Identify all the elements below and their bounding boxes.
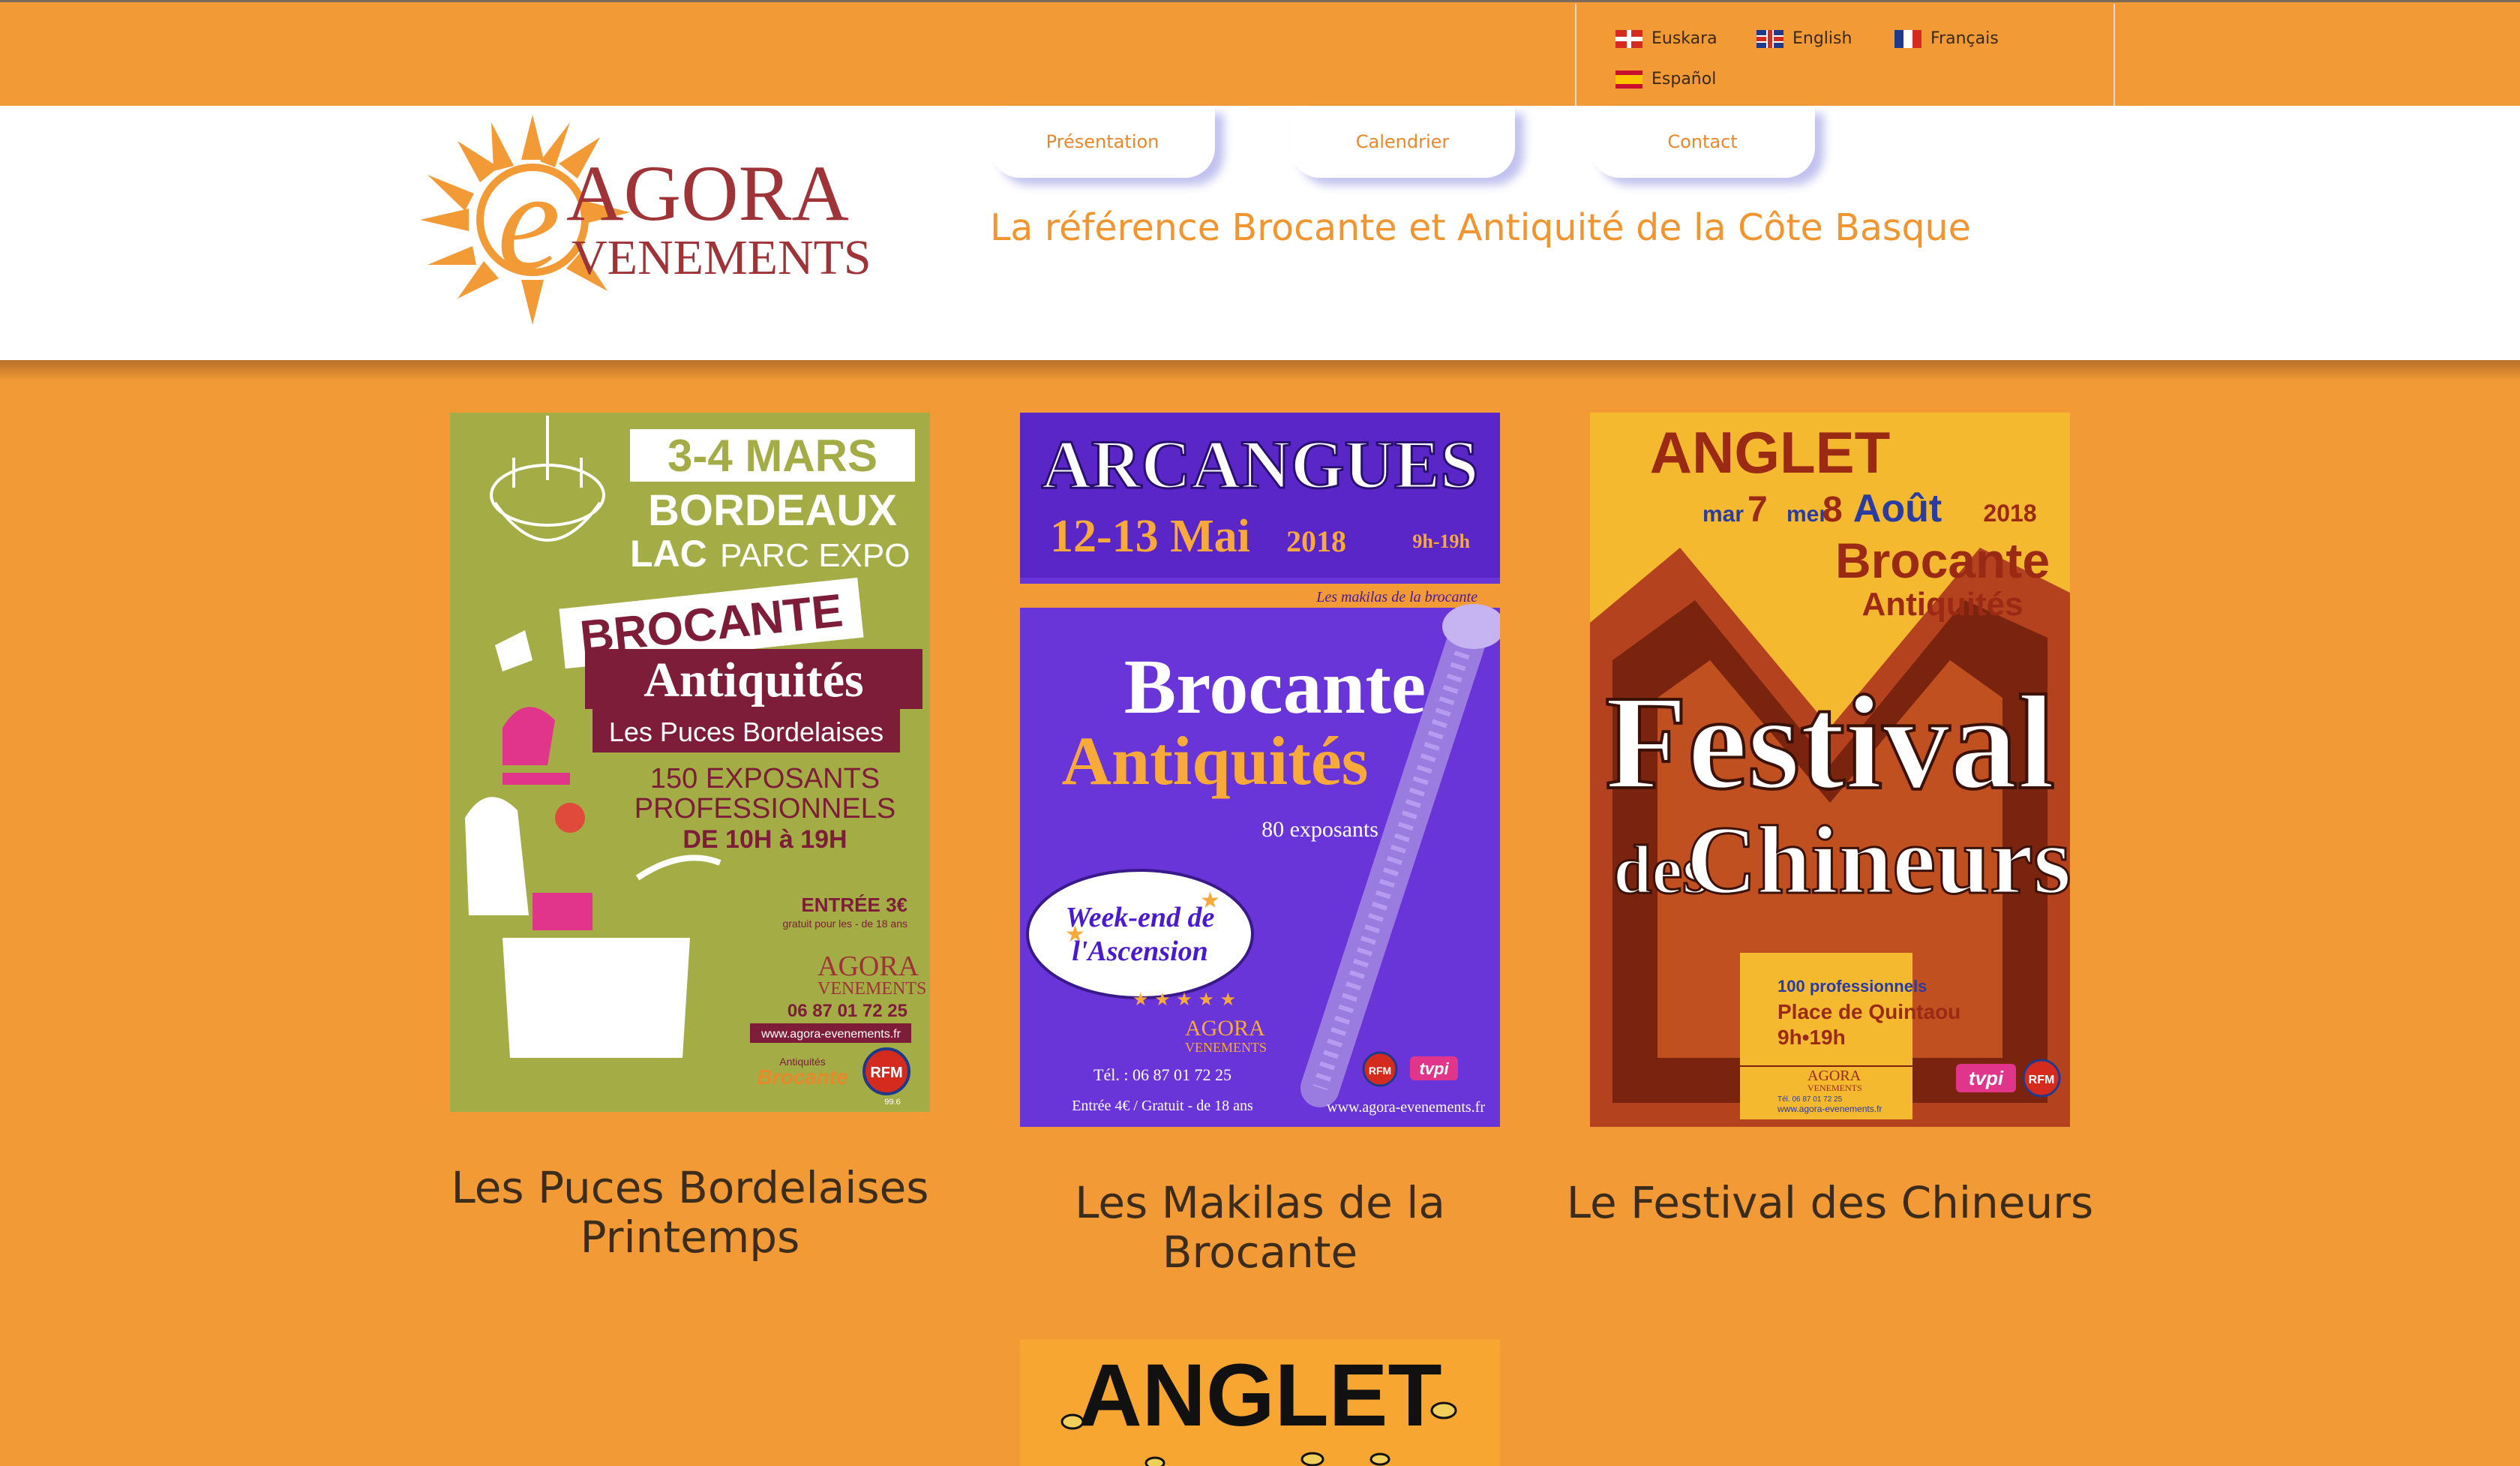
nav-label: Calendrier xyxy=(1355,131,1450,152)
svg-text:PARC EXPO: PARC EXPO xyxy=(720,537,910,574)
top-bar: Euskara English Français Español xyxy=(0,0,2520,107)
svg-text:Tél. 06 87 01 72 25: Tél. 06 87 01 72 25 xyxy=(1778,1095,1843,1104)
event-poster-festival[interactable]: ANGLET mar 7 mer 8 Août 2018 Brocante An… xyxy=(1590,413,2070,1127)
svg-text:2018: 2018 xyxy=(1286,524,1346,558)
svg-text:80 exposants: 80 exposants xyxy=(1262,817,1378,842)
svg-text:Les Puces Bordelaises: Les Puces Bordelaises xyxy=(609,716,884,747)
svg-text:VENEMENTS: VENEMENTS xyxy=(818,979,926,999)
svg-text:★ ★ ★ ★ ★: ★ ★ ★ ★ ★ xyxy=(1132,989,1236,1010)
svg-text:BORDEAUX: BORDEAUX xyxy=(648,486,897,535)
lang-label: Euskara xyxy=(1652,29,1718,48)
svg-text:Entrée 4€ / Gratuit - de 18 an: Entrée 4€ / Gratuit - de 18 ans xyxy=(1072,1098,1253,1114)
svg-text:VENEMENTS: VENEMENTS xyxy=(1185,1040,1267,1055)
lang-francais[interactable]: Français xyxy=(1894,29,1999,48)
svg-text:tvpi: tvpi xyxy=(1419,1059,1449,1078)
svg-text:★: ★ xyxy=(1065,921,1085,948)
lang-label: Français xyxy=(1930,29,1999,48)
svg-text:LAC: LAC xyxy=(630,533,707,575)
svg-text:9h•19h: 9h•19h xyxy=(1778,1026,1846,1049)
event-caption[interactable]: Les Makilas de la Brocante xyxy=(990,1178,1530,1277)
svg-text:RFM: RFM xyxy=(1369,1065,1391,1077)
svg-text:tvpi: tvpi xyxy=(1969,1067,2004,1089)
svg-text:3-4 MARS: 3-4 MARS xyxy=(668,431,878,481)
nav-tab-presentation[interactable]: Présentation xyxy=(990,106,1215,178)
lang-label: Español xyxy=(1652,70,1717,89)
svg-text:mar: mar xyxy=(1702,502,1744,527)
svg-text:www.agora-evenements.fr: www.agora-evenements.fr xyxy=(1327,1099,1485,1116)
svg-text:Week-end de: Week-end de xyxy=(1066,902,1215,933)
nav-tab-calendrier[interactable]: Calendrier xyxy=(1290,106,1515,178)
lang-label: English xyxy=(1792,29,1852,48)
uk-flag-icon xyxy=(1756,29,1784,48)
svg-text:RFM: RFM xyxy=(2029,1074,2055,1086)
language-switcher: Euskara English Français Español xyxy=(1575,4,2115,107)
svg-text:gratuit pour les - de 18 ans: gratuit pour les - de 18 ans xyxy=(782,918,908,930)
spain-flag-icon xyxy=(1616,70,1642,89)
svg-text:AGORA: AGORA xyxy=(1808,1068,1862,1084)
svg-text:99.6: 99.6 xyxy=(884,1098,900,1107)
svg-text:RFM: RFM xyxy=(870,1065,902,1081)
svg-text:9h-19h: 9h-19h xyxy=(1412,530,1470,552)
logo-line2: VENEMENTS xyxy=(572,230,872,285)
svg-text:Festival: Festival xyxy=(1605,668,2055,817)
event-caption[interactable]: Le Festival des Chineurs xyxy=(1560,1178,2100,1227)
svg-text:Antiquités: Antiquités xyxy=(1062,722,1369,799)
svg-text:Brocante: Brocante xyxy=(757,1065,848,1089)
svg-text:l'Ascension: l'Ascension xyxy=(1072,936,1208,967)
site-tagline: La référence Brocante et Antiquité de la… xyxy=(990,206,1971,249)
svg-text:Tél. : 06 87 01 72 25: Tél. : 06 87 01 72 25 xyxy=(1094,1065,1232,1084)
svg-text:8: 8 xyxy=(1822,490,1843,530)
svg-text:Antiquités: Antiquités xyxy=(644,653,863,707)
header-shadow xyxy=(0,360,2520,381)
svg-text:DE 10H à 19H: DE 10H à 19H xyxy=(682,825,847,854)
svg-text:Place de Quintaou: Place de Quintaou xyxy=(1778,1000,1960,1023)
france-flag-icon xyxy=(1894,29,1922,48)
lang-english[interactable]: English xyxy=(1756,29,1852,48)
svg-text:06 87 01 72 25: 06 87 01 72 25 xyxy=(788,1001,908,1021)
event-poster-anglet[interactable]: ANGLET xyxy=(1020,1339,1500,1466)
logo-initial: e xyxy=(497,143,560,300)
svg-text:ANGLET: ANGLET xyxy=(1078,1346,1442,1445)
svg-text:PROFESSIONNELS: PROFESSIONNELS xyxy=(634,793,896,825)
svg-text:ANGLET: ANGLET xyxy=(1650,419,1891,485)
svg-text:2018: 2018 xyxy=(1983,500,2036,527)
site-logo[interactable]: e AGORA VENEMENTS xyxy=(405,107,952,332)
svg-text:www.agora-evenements.fr: www.agora-evenements.fr xyxy=(760,1028,902,1041)
svg-text:Antiquités: Antiquités xyxy=(1862,586,2023,623)
svg-text:ARCANGUES: ARCANGUES xyxy=(1042,426,1479,503)
lang-euskara[interactable]: Euskara xyxy=(1616,29,1718,48)
svg-text:100 professionnels: 100 professionnels xyxy=(1778,977,1927,996)
svg-text:Les makilas de la brocante: Les makilas de la brocante xyxy=(1316,589,1478,605)
svg-text:ENTRÉE 3€: ENTRÉE 3€ xyxy=(801,894,908,916)
svg-text:7: 7 xyxy=(1748,490,1768,530)
svg-text:Août: Août xyxy=(1853,487,1942,530)
nav-label: Présentation xyxy=(1046,131,1160,152)
nav-tab-contact[interactable]: Contact xyxy=(1590,106,1815,178)
svg-text:12-13 Mai: 12-13 Mai xyxy=(1050,511,1250,562)
event-caption[interactable]: Les Puces Bordelaises Printemps xyxy=(420,1163,960,1262)
svg-text:Brocante: Brocante xyxy=(1835,533,2050,588)
logo-line1: AGORA xyxy=(566,149,849,237)
svg-text:www.agora-evenements.fr: www.agora-evenements.fr xyxy=(1777,1104,1882,1114)
event-poster-bordeaux[interactable]: 3-4 MARS BORDEAUX LAC PARC EXPO BROCANTE… xyxy=(450,413,930,1112)
svg-text:AGORA: AGORA xyxy=(1185,1016,1265,1041)
svg-text:VENEMENTS: VENEMENTS xyxy=(1808,1083,1862,1093)
svg-text:Chineurs: Chineurs xyxy=(1687,807,2070,915)
basque-flag-icon xyxy=(1616,29,1642,48)
event-poster-arcangues[interactable]: ARCANGUES 12-13 Mai 2018 9h-19h Les maki… xyxy=(1020,413,1500,1127)
svg-text:Brocante: Brocante xyxy=(1124,644,1426,730)
svg-text:150 EXPOSANTS: 150 EXPOSANTS xyxy=(650,763,880,795)
lang-espanol[interactable]: Español xyxy=(1616,70,1716,89)
svg-text:★: ★ xyxy=(1200,888,1220,914)
svg-text:AGORA: AGORA xyxy=(818,951,920,982)
nav-label: Contact xyxy=(1667,131,1738,152)
